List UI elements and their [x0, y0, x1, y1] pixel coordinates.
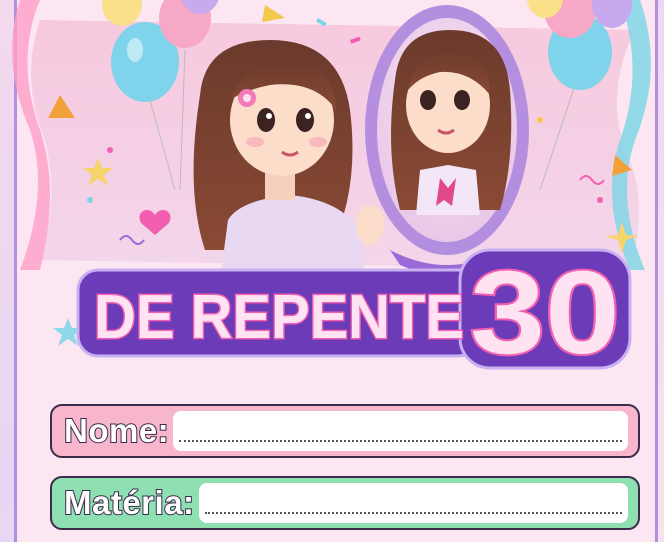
- girl-figure: [193, 40, 365, 280]
- subject-field[interactable]: Matéria:: [50, 476, 640, 530]
- subject-label: Matéria:: [63, 483, 195, 522]
- name-input-line[interactable]: [173, 411, 628, 451]
- subject-input-line[interactable]: [198, 483, 628, 523]
- title-main: DE REPENTE: [94, 283, 464, 352]
- title-number: 30: [470, 248, 620, 370]
- name-field[interactable]: Nome:: [50, 404, 640, 458]
- girl-hand: [356, 205, 384, 245]
- name-label: Nome:: [63, 411, 170, 450]
- title-block: DE REPENTE 30: [76, 248, 632, 370]
